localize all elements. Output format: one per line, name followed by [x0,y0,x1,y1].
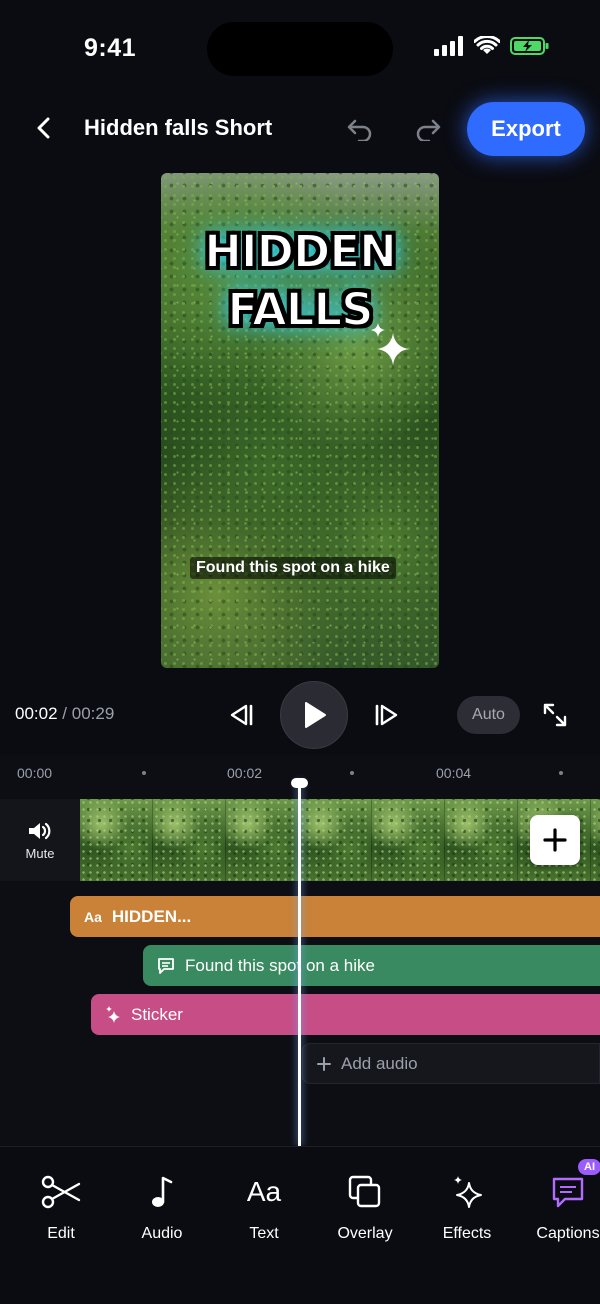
play-button[interactable] [280,681,348,749]
add-audio-button[interactable]: Add audio [302,1043,600,1084]
tool-text-label: Text [249,1225,279,1242]
timecode: 00:02 / 00:29 [15,704,114,724]
expand-icon [543,703,567,727]
skip-back-icon [230,704,253,726]
text-aa-icon: Aa [247,1171,281,1213]
text-track-label: HIDDEN... [111,906,192,926]
text-aa-icon: Aa [84,908,102,925]
cellular-signal-icon [434,36,463,56]
ruler-dot [142,771,146,775]
project-title: Hidden falls Short [84,115,273,140]
text-tool-glyph: Aa [246,1176,282,1207]
ruler-dot [350,771,354,775]
video-clip-filmstrip[interactable] [80,799,600,881]
clip-thumbnail [226,799,299,881]
redo-button[interactable] [410,112,446,146]
playhead[interactable] [298,780,301,1146]
ruler-tick: 00:00 [17,765,53,781]
caption-bubble-icon [157,957,175,975]
undo-icon [347,119,372,141]
export-button[interactable]: Export [467,102,585,156]
editor-header: Hidden falls Short Export [0,98,600,160]
tool-text[interactable]: Aa Text [214,1171,314,1243]
tool-effects-label: Effects [442,1225,492,1242]
tool-effects[interactable]: Effects [417,1171,517,1243]
play-icon [305,702,326,728]
ruler-tick: 00:02 [227,765,263,781]
time-separator: / [62,704,68,723]
sparkle-icon [105,1005,121,1024]
tool-edit-label: Edit [47,1225,75,1242]
previous-frame-button[interactable] [226,700,256,730]
video-preview[interactable]: HIDDEN FALLS Found this spot on a hike [161,173,439,668]
tool-edit[interactable]: Edit [11,1171,111,1243]
mute-label: Mute [25,845,55,861]
plus-icon [543,828,567,852]
status-bar: 9:41 [0,0,600,96]
current-time: 00:02 [15,704,58,723]
tool-overlay-label: Overlay [337,1225,393,1242]
redo-icon [416,119,441,141]
ruler-tick: 00:04 [436,765,472,781]
ai-badge: AI [578,1159,600,1175]
clip-thumbnail [80,799,153,881]
captions-icon: AI [551,1159,600,1213]
bottom-toolbar: Edit Audio Aa Text Overlay Effects AI Ca… [0,1146,600,1304]
overlay-icon [348,1171,382,1213]
fullscreen-button[interactable] [540,700,570,730]
total-duration: 00:29 [71,704,115,723]
status-icons [434,36,550,56]
tool-audio[interactable]: Audio [112,1171,212,1243]
speaker-icon [29,822,51,839]
tool-captions[interactable]: AI Captions [518,1159,600,1243]
back-button[interactable] [26,110,62,146]
battery-charging-icon [510,37,549,55]
skip-forward-icon [375,704,398,726]
clip-thumbnail [445,799,518,881]
plus-icon [317,1056,331,1071]
sticker-track[interactable]: Sticker [91,994,600,1035]
undo-button[interactable] [342,112,378,146]
chevron-left-icon [37,117,50,139]
ruler-dot [559,771,563,775]
add-audio-label: Add audio [341,1053,418,1073]
text-track[interactable]: Aa HIDDEN... [70,896,600,937]
clip-thumbnail [372,799,445,881]
scissors-icon [41,1171,81,1213]
next-frame-button[interactable] [372,700,402,730]
music-note-icon [150,1171,174,1213]
add-clip-button[interactable] [530,815,580,865]
tool-overlay[interactable]: Overlay [315,1171,415,1243]
clip-thumbnail [299,799,372,881]
sparkles-icon [451,1171,483,1213]
caption-track[interactable]: Found this spot on a hike [143,945,600,986]
preview-title-line-1: HIDDEN [203,224,398,279]
tool-audio-label: Audio [141,1225,183,1242]
sparkle-sticker-icon[interactable] [367,321,411,369]
playback-controls: 00:02 / 00:29 Auto [0,680,600,750]
playhead-handle[interactable] [291,778,308,788]
wifi-icon [474,36,500,54]
mute-button[interactable]: Mute [0,799,80,881]
status-time: 9:41 [84,34,137,62]
auto-quality-button[interactable]: Auto [457,696,520,734]
dynamic-island [207,22,393,76]
tool-captions-label: Captions [536,1225,600,1242]
sticker-track-label: Sticker [131,1004,183,1024]
preview-caption-overlay[interactable]: Found this spot on a hike [190,557,396,579]
clip-thumbnail [591,799,600,881]
caption-track-label: Found this spot on a hike [185,955,375,975]
clip-thumbnail [153,799,226,881]
